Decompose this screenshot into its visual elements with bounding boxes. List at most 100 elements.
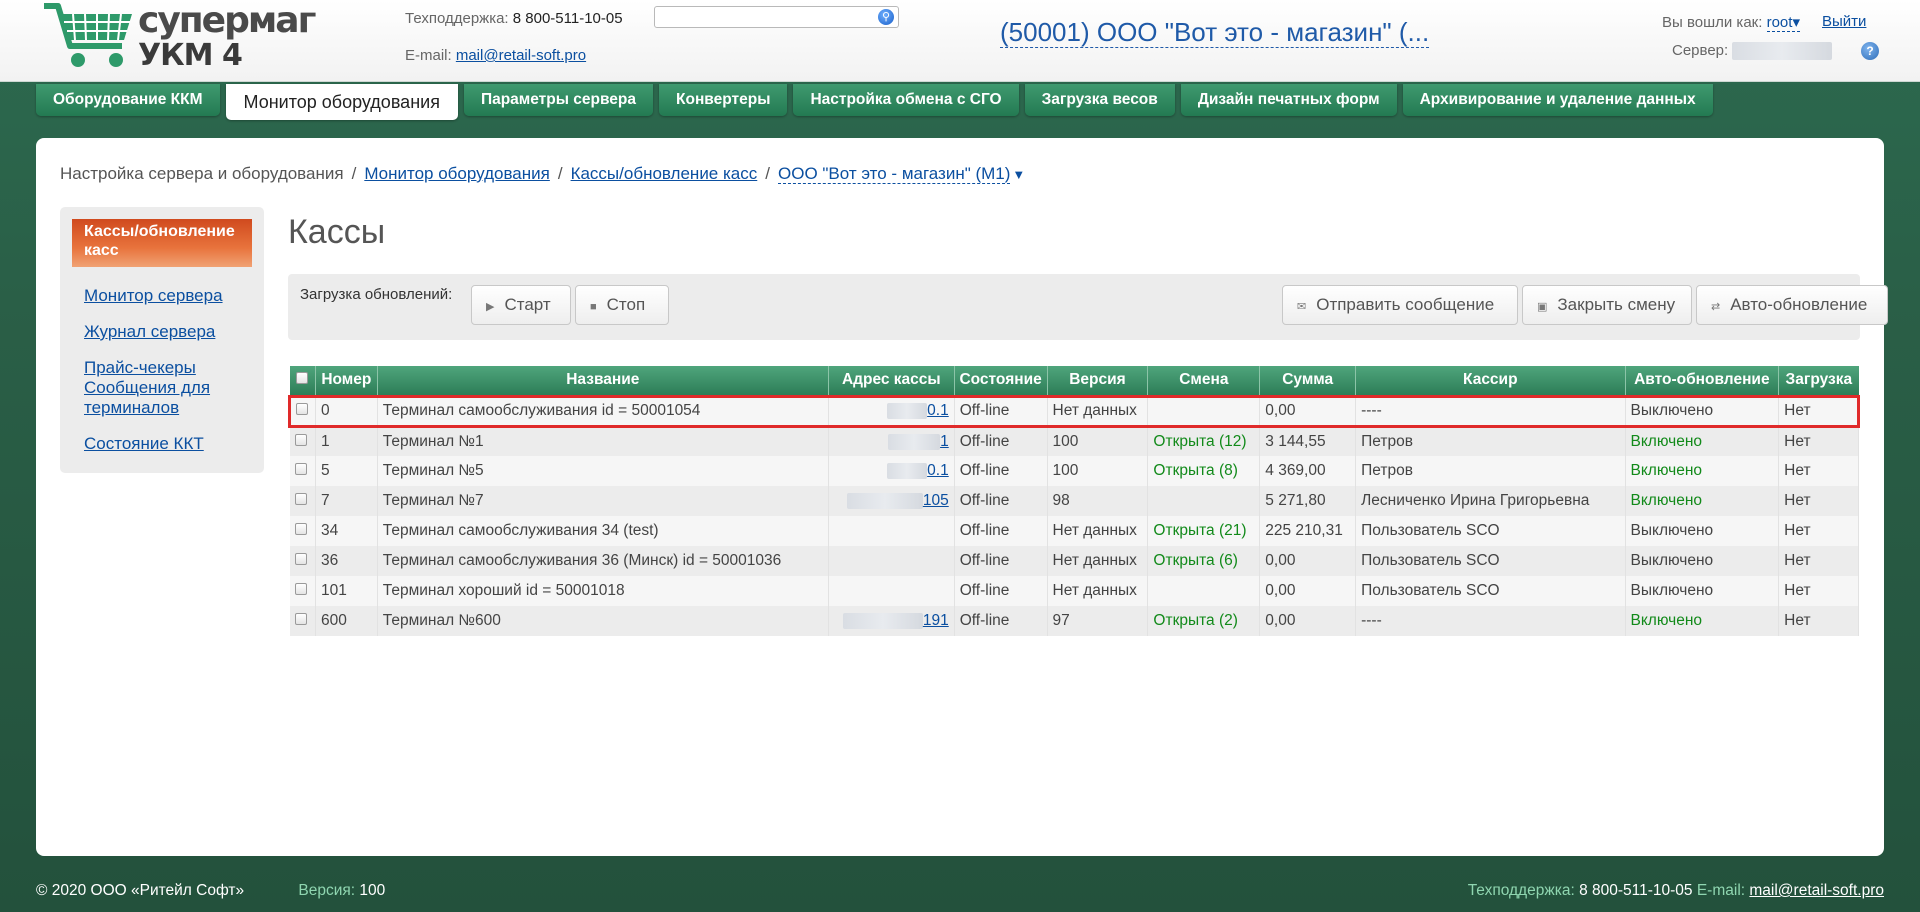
sidebar-item-terminal-messages[interactable]: Сообщения для терминалов: [84, 378, 254, 418]
address-link[interactable]: 0.1: [927, 462, 949, 479]
breadcrumb-store-dropdown[interactable]: ООО "Вот это - магазин" (М1): [778, 164, 1011, 184]
cell-sum: 5 271,80: [1259, 486, 1357, 516]
address-link[interactable]: 1: [940, 433, 949, 450]
logo-name: супермаг: [138, 0, 316, 41]
col-sum[interactable]: Сумма: [1259, 366, 1357, 396]
cell-shift: [1147, 394, 1261, 428]
footer-version-label: Версия:: [298, 882, 356, 899]
col-shift[interactable]: Смена: [1147, 366, 1261, 396]
start-button[interactable]: ▶ Старт: [471, 285, 571, 325]
footer-support-label: Техподдержка:: [1467, 882, 1575, 899]
tab-archive[interactable]: Архивирование и удаление данных: [1402, 84, 1713, 116]
breadcrumb-monitor[interactable]: Монитор оборудования: [364, 164, 550, 183]
row-select-cell: [289, 456, 316, 486]
col-number[interactable]: Номер: [315, 366, 378, 396]
row-checkbox[interactable]: [294, 583, 307, 595]
chevron-down-icon[interactable]: ▼: [1012, 167, 1025, 182]
row-checkbox[interactable]: [294, 463, 307, 475]
cell-state: Off-line: [954, 456, 1048, 486]
table-row[interactable]: 7 Терминал №7 105 Off-line 98 5 271,80 Л…: [289, 486, 1859, 516]
sidebar: Кассы/обновление касс Монитор сервера Жу…: [60, 207, 264, 473]
row-checkbox[interactable]: [296, 403, 308, 415]
footer-version-value: 100: [359, 882, 386, 899]
cell-cashier: Петров: [1355, 456, 1626, 486]
envelope-icon: ✉: [1297, 301, 1307, 313]
cart-icon: [44, 3, 132, 67]
cell-cashier: ----: [1355, 606, 1626, 636]
cell-number: 34: [315, 516, 378, 546]
sidebar-item-cashes[interactable]: Кассы/обновление касс: [72, 219, 252, 267]
cell-sum: 0,00: [1259, 576, 1357, 606]
auto-update-button[interactable]: ⇄ Авто-обновление: [1696, 285, 1888, 325]
address-link[interactable]: 0.1: [927, 402, 949, 419]
table-row[interactable]: 34 Терминал самообслуживания 34 (test) O…: [289, 516, 1859, 546]
table-row[interactable]: 0 Терминал самообслуживания id = 5000105…: [288, 394, 1860, 428]
select-all-header: [289, 366, 316, 396]
cell-cashier: Пользователь SCO: [1355, 546, 1626, 576]
stop-label: Стоп: [606, 295, 646, 314]
table-row[interactable]: 1 Терминал №1 1 Off-line 100 Открыта (12…: [289, 426, 1859, 456]
table-row[interactable]: 5 Терминал №5 0.1 Off-line 100 Открыта (…: [289, 456, 1859, 486]
logo[interactable]: супермаг УКМ 4: [40, 0, 316, 76]
col-load[interactable]: Загрузка: [1778, 366, 1859, 396]
search-box: ⚲: [654, 6, 899, 28]
page-title: Кассы: [288, 213, 386, 251]
stop-button[interactable]: ■ Стоп: [575, 285, 669, 325]
tab-scales-load[interactable]: Загрузка весов: [1024, 84, 1175, 116]
tab-sgo-exchange[interactable]: Настройка обмена с СГО: [793, 84, 1019, 116]
row-checkbox[interactable]: [294, 433, 307, 446]
row-checkbox[interactable]: [294, 613, 307, 625]
cell-version: 100: [1047, 456, 1149, 486]
cell-shift: Открыта (12): [1147, 426, 1261, 456]
cell-state: Off-line: [954, 546, 1048, 576]
col-name[interactable]: Название: [377, 366, 829, 396]
table-row[interactable]: 101 Терминал хороший id = 50001018 Off-l…: [289, 576, 1859, 606]
main-panel: Настройка сервера и оборудования / Монитор…: [36, 138, 1888, 856]
help-icon[interactable]: ?: [1861, 42, 1879, 60]
row-select-cell: [289, 486, 316, 516]
col-version[interactable]: Версия: [1047, 366, 1149, 396]
tab-equipment-monitor[interactable]: Монитор оборудования: [225, 84, 458, 120]
sidebar-item-kkt-state[interactable]: Состояние ККТ: [84, 434, 204, 454]
store-selector[interactable]: (50001) ООО "Вот это - магазин" (...: [1000, 17, 1430, 48]
footer-version: Версия: 100: [298, 882, 385, 899]
tab-kkm-equipment[interactable]: Оборудование ККМ: [36, 84, 220, 116]
logout-link[interactable]: Выйти: [1822, 13, 1866, 30]
breadcrumb: Настройка сервера и оборудования / Монитор…: [60, 164, 1026, 184]
tab-converters[interactable]: Конвертеры: [659, 84, 788, 116]
address-link[interactable]: 105: [923, 492, 949, 509]
sidebar-item-price-checkers[interactable]: Прайс-чекеры: [84, 358, 196, 378]
col-auto-update[interactable]: Авто-обновление: [1625, 366, 1780, 396]
row-checkbox[interactable]: [294, 553, 307, 565]
table-row[interactable]: 600 Терминал №600 191 Off-line 97 Открыт…: [289, 606, 1859, 636]
tab-print-design[interactable]: Дизайн печатных форм: [1180, 84, 1397, 116]
sidebar-item-server-monitor[interactable]: Монитор сервера: [84, 286, 223, 306]
col-state[interactable]: Состояние: [954, 366, 1048, 396]
user-name: root: [1766, 14, 1793, 31]
breadcrumb-cashes[interactable]: Кассы/обновление касс: [571, 164, 758, 183]
cell-state: Off-line: [954, 486, 1048, 516]
cell-name: Терминал самообслуживания 34 (test): [377, 516, 829, 546]
cell-auto-update: Включено: [1625, 426, 1780, 456]
address-link[interactable]: 191: [923, 612, 949, 629]
cell-auto-update: Выключено: [1625, 576, 1780, 606]
footer-email-link[interactable]: mail@retail-soft.pro: [1749, 882, 1884, 899]
user-menu[interactable]: root▾: [1766, 14, 1800, 32]
main-nav: Оборудование ККМ Монитор оборудования Па…: [36, 84, 1719, 120]
address-redacted: [887, 402, 928, 419]
search-icon[interactable]: ⚲: [878, 9, 894, 25]
col-cashier[interactable]: Кассир: [1355, 366, 1626, 396]
search-input[interactable]: [659, 7, 869, 27]
send-message-button[interactable]: ✉ Отправить сообщение: [1282, 285, 1518, 325]
sidebar-item-server-log[interactable]: Журнал сервера: [84, 322, 215, 342]
email-link[interactable]: mail@retail-soft.pro: [456, 47, 586, 64]
select-all-checkbox[interactable]: [296, 372, 309, 385]
tab-server-params[interactable]: Параметры сервера: [463, 84, 654, 116]
close-shift-button[interactable]: ▣ Закрыть смену: [1522, 285, 1692, 325]
table-row[interactable]: 36 Терминал самообслуживания 36 (Минск) …: [289, 546, 1859, 576]
cell-address: 105: [828, 486, 955, 516]
col-address[interactable]: Адрес кассы: [828, 366, 955, 396]
row-checkbox[interactable]: [294, 523, 307, 535]
cell-number: 1: [315, 426, 378, 456]
row-checkbox[interactable]: [294, 493, 307, 505]
